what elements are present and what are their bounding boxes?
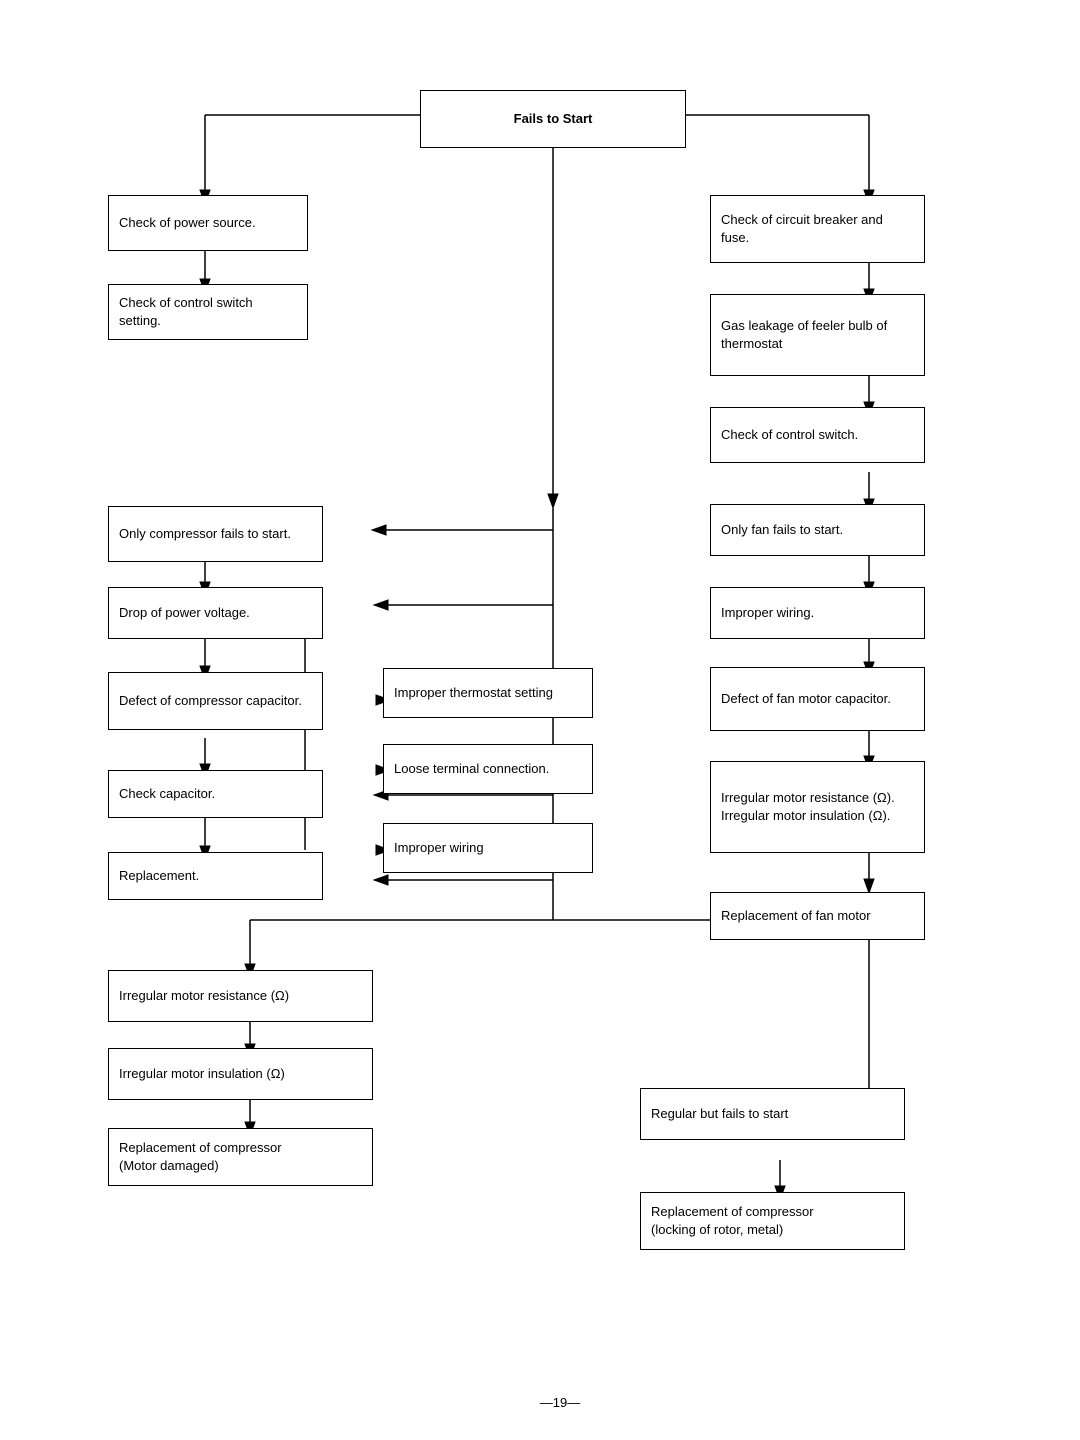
defect-compressor-cap-box: Defect of compressor capacitor. xyxy=(108,672,323,730)
only-compressor-box: Only compressor fails to start. xyxy=(108,506,323,562)
page: Fails to Start Check of power source. Ch… xyxy=(0,0,1080,1440)
check-circuit-breaker-box: Check of circuit breaker and fuse. xyxy=(710,195,925,263)
loose-terminal-box: Loose terminal connection. xyxy=(383,744,593,794)
drop-power-box: Drop of power voltage. xyxy=(108,587,323,639)
check-control-switch-setting-box: Check of control switch setting. xyxy=(108,284,308,340)
page-number: —19— xyxy=(20,1395,1080,1410)
check-power-box: Check of power source. xyxy=(108,195,308,251)
replacement-compressor-rotor-box: Replacement of compressor (locking of ro… xyxy=(640,1192,905,1250)
only-fan-box: Only fan fails to start. xyxy=(710,504,925,556)
check-capacitor-box: Check capacitor. xyxy=(108,770,323,818)
flowchart: Fails to Start Check of power source. Ch… xyxy=(20,40,1060,1380)
irregular-motor-fan-box: Irregular motor resistance (Ω). Irregula… xyxy=(710,761,925,853)
regular-fails-box: Regular but fails to start xyxy=(640,1088,905,1140)
replacement-compressor-motor-box: Replacement of compressor (Motor damaged… xyxy=(108,1128,373,1186)
irregular-motor-ins-box: Irregular motor insulation (Ω) xyxy=(108,1048,373,1100)
improper-wiring-fan-box: Improper wiring. xyxy=(710,587,925,639)
gas-leakage-box: Gas leakage of feeler bulb of thermostat xyxy=(710,294,925,376)
defect-fan-cap-box: Defect of fan motor capacitor. xyxy=(710,667,925,731)
check-control-switch-box: Check of control switch. xyxy=(710,407,925,463)
improper-wiring-mid-box: Improper wiring xyxy=(383,823,593,873)
replacement-fan-motor-box: Replacement of fan motor xyxy=(710,892,925,940)
improper-thermostat-box: Improper thermostat setting xyxy=(383,668,593,718)
replacement-box: Replacement. xyxy=(108,852,323,900)
irregular-motor-res-box: Irregular motor resistance (Ω) xyxy=(108,970,373,1022)
fails-to-start-box: Fails to Start xyxy=(420,90,686,148)
